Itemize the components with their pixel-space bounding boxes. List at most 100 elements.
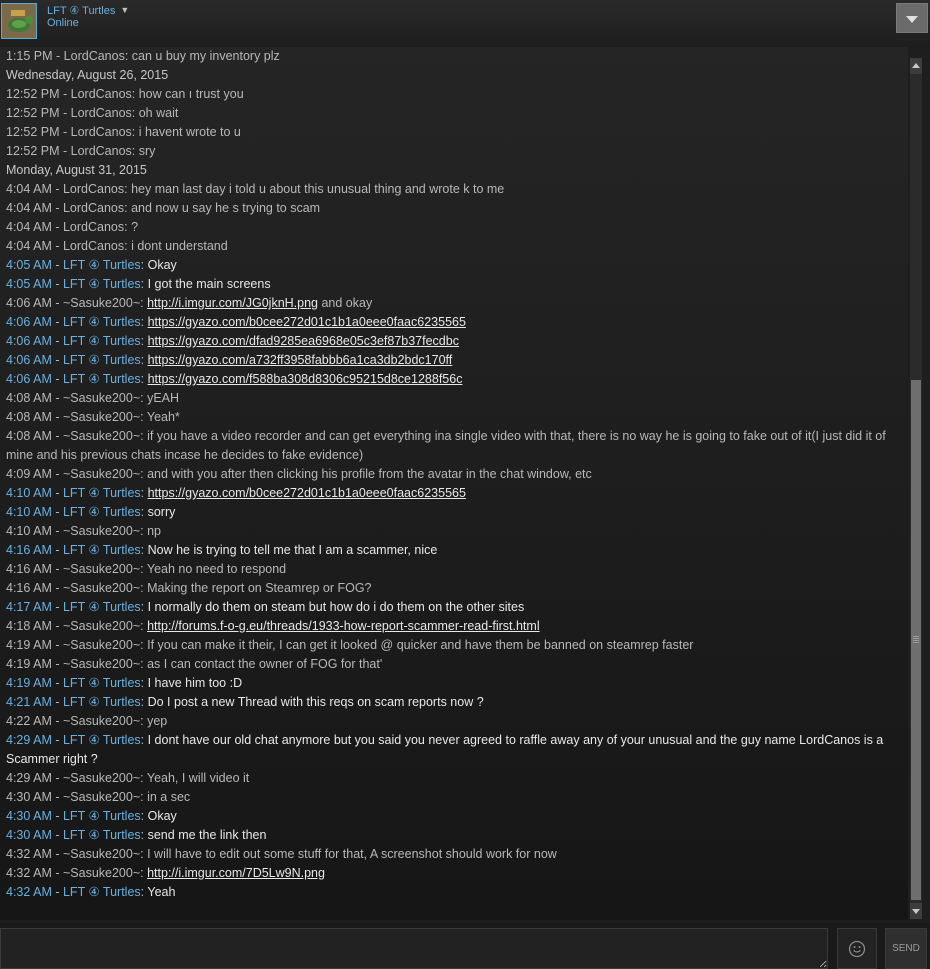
chat-message: 4:04 AM - LordCanos: and now u say he s … [6, 201, 321, 215]
message-sender[interactable]: LordCanos [71, 144, 132, 158]
message-sender[interactable]: ~Sasuke200~ [63, 296, 140, 310]
message-text: Do I post a new Thread with this reqs on… [147, 695, 484, 709]
message-sender[interactable]: ~Sasuke200~ [63, 790, 140, 804]
chat-header: LFT ④ Turtles ▼ Online [0, 0, 930, 42]
chat-message: 4:18 AM - ~Sasuke200~: http://forums.f-o… [6, 619, 540, 633]
message-sender[interactable]: LordCanos [64, 49, 125, 63]
message-time: 4:08 AM [6, 410, 52, 424]
message-sender[interactable]: LFT ④ Turtles [63, 277, 141, 291]
username-dropdown[interactable]: LFT ④ Turtles ▼ [47, 4, 129, 17]
message-input[interactable] [0, 928, 828, 969]
chat-message: 4:32 AM - ~Sasuke200~: http://i.imgur.co… [6, 866, 325, 880]
message-link[interactable]: https://gyazo.com/f588ba308d8306c95215d8… [148, 372, 463, 386]
message-text: Making the report on Steamrep or FOG? [147, 581, 372, 595]
emoticon-button[interactable] [837, 928, 877, 969]
message-sender[interactable]: LordCanos [63, 239, 124, 253]
message-sender[interactable]: LFT ④ Turtles [63, 353, 141, 367]
message-link[interactable]: https://gyazo.com/a732ff3958fabbb6a1ca3d… [148, 353, 453, 367]
message-time: 4:04 AM [6, 201, 52, 215]
message-time: 4:16 AM [6, 543, 52, 557]
message-link[interactable]: http://i.imgur.com/JG0jknH.png [147, 296, 318, 310]
message-sender[interactable]: LFT ④ Turtles [63, 885, 141, 899]
message-link[interactable]: https://gyazo.com/b0cee272d01c1b1a0eee0f… [148, 315, 466, 329]
message-time: 4:06 AM [6, 296, 52, 310]
message-time: 4:30 AM [6, 828, 52, 842]
message-sender[interactable]: LordCanos [63, 201, 124, 215]
message-sender[interactable]: LordCanos [71, 106, 132, 120]
message-sender[interactable]: ~Sasuke200~ [63, 391, 140, 405]
chat-message: 4:30 AM - LFT ④ Turtles: send me the lin… [6, 828, 267, 842]
message-sender[interactable]: LFT ④ Turtles [63, 505, 141, 519]
message-sender[interactable]: LordCanos [71, 125, 132, 139]
message-sender[interactable]: ~Sasuke200~ [63, 562, 140, 576]
message-sender[interactable]: LFT ④ Turtles [63, 543, 141, 557]
chat-message: 4:16 AM - LFT ④ Turtles: Now he is tryin… [6, 543, 438, 557]
message-sender[interactable]: ~Sasuke200~ [63, 429, 140, 443]
composer: SEND [0, 923, 930, 969]
menu-button[interactable] [896, 3, 928, 33]
message-sender[interactable]: ~Sasuke200~ [63, 581, 140, 595]
message-link[interactable]: http://i.imgur.com/7D5Lw9N.png [147, 866, 325, 880]
chat-message: 4:29 AM - LFT ④ Turtles: I dont have our… [6, 733, 884, 766]
chat-message: 4:17 AM - LFT ④ Turtles: I normally do t… [6, 600, 525, 614]
message-sender[interactable]: LFT ④ Turtles [63, 315, 141, 329]
message-sender[interactable]: LFT ④ Turtles [63, 334, 141, 348]
chat-message: 12:52 PM - LordCanos: sry [6, 144, 156, 158]
avatar[interactable] [1, 3, 37, 39]
message-text: oh wait [138, 106, 179, 120]
message-sender[interactable]: ~Sasuke200~ [63, 714, 140, 728]
chat-message: 4:08 AM - ~Sasuke200~: if you have a vid… [6, 429, 886, 462]
message-sender[interactable]: ~Sasuke200~ [63, 619, 140, 633]
message-sender[interactable]: LFT ④ Turtles [63, 733, 141, 747]
smiley-icon [848, 940, 866, 958]
message-time: 4:19 AM [6, 657, 52, 671]
message-text: and okay [318, 296, 373, 310]
message-link[interactable]: https://gyazo.com/dfad9285ea6968e05c3ef8… [148, 334, 459, 348]
message-sender[interactable]: LFT ④ Turtles [63, 258, 141, 272]
message-sender[interactable]: ~Sasuke200~ [63, 638, 140, 652]
message-sender[interactable]: ~Sasuke200~ [63, 467, 140, 481]
chat-message: 4:04 AM - LordCanos: i dont understand [6, 239, 228, 253]
chat-message: 4:19 AM - LFT ④ Turtles: I have him too … [6, 676, 243, 690]
chat-message: 4:05 AM - LFT ④ Turtles: I got the main … [6, 277, 271, 291]
message-text: Okay [147, 258, 177, 272]
message-sender[interactable]: ~Sasuke200~ [63, 771, 140, 785]
message-time: 12:52 PM [6, 144, 60, 158]
scroll-up-button[interactable] [910, 58, 922, 74]
chat-message: 4:30 AM - ~Sasuke200~: in a sec [6, 790, 191, 804]
message-link[interactable]: http://forums.f-o-g.eu/threads/1933-how-… [147, 619, 540, 633]
message-sender[interactable]: ~Sasuke200~ [63, 847, 140, 861]
message-sender[interactable]: LFT ④ Turtles [63, 676, 141, 690]
message-time: 4:06 AM [6, 372, 52, 386]
message-sender[interactable]: LordCanos [63, 220, 124, 234]
message-time: 4:10 AM [6, 505, 52, 519]
message-sender[interactable]: ~Sasuke200~ [63, 524, 140, 538]
message-sender[interactable]: LFT ④ Turtles [63, 695, 141, 709]
message-time: 4:21 AM [6, 695, 52, 709]
message-time: 4:05 AM [6, 258, 52, 272]
chat-message: 4:29 AM - ~Sasuke200~: Yeah, I will vide… [6, 771, 250, 785]
message-sender[interactable]: ~Sasuke200~ [63, 410, 140, 424]
message-time: 4:32 AM [6, 847, 52, 861]
message-sender[interactable]: LFT ④ Turtles [63, 372, 141, 386]
message-sender[interactable]: ~Sasuke200~ [63, 657, 140, 671]
chat-message: 4:10 AM - LFT ④ Turtles: sorry [6, 505, 176, 519]
send-button[interactable]: SEND [885, 928, 927, 969]
message-sender[interactable]: LFT ④ Turtles [63, 600, 141, 614]
message-text: how can ı trust you [138, 87, 244, 101]
message-sender[interactable]: LFT ④ Turtles [63, 828, 141, 842]
message-text: I will have to edit out some stuff for t… [147, 847, 557, 861]
message-sender[interactable]: LordCanos [71, 87, 132, 101]
message-time: 4:16 AM [6, 562, 52, 576]
message-sender[interactable]: LFT ④ Turtles [63, 809, 141, 823]
scroll-thumb[interactable] [911, 380, 921, 900]
scroll-down-button[interactable] [910, 903, 922, 919]
message-sender[interactable]: LFT ④ Turtles [63, 486, 141, 500]
message-sender[interactable]: LordCanos [63, 182, 124, 196]
username: LFT ④ Turtles [47, 5, 116, 17]
date-text: Monday, August 31, 2015 [6, 163, 147, 177]
message-link[interactable]: https://gyazo.com/b0cee272d01c1b1a0eee0f… [148, 486, 466, 500]
scrollbar[interactable] [910, 58, 922, 919]
message-sender[interactable]: ~Sasuke200~ [63, 866, 140, 880]
chat-message: 4:09 AM - ~Sasuke200~: and with you afte… [6, 467, 592, 481]
